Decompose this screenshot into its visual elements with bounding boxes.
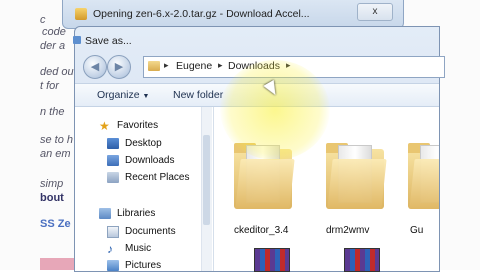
new-folder-button[interactable]: New folder [173, 89, 223, 101]
save-as-dialog: Save as... ◀ ▶ ▸ Eugene ▸ Downloads ▸ Or… [73, 26, 445, 272]
sidebar-item-label: Music [125, 243, 152, 254]
bg-link-text[interactable]: SS Ze [40, 218, 71, 230]
folder-icon [408, 141, 439, 209]
bg-text-3: der a [40, 40, 66, 52]
organize-button[interactable]: Organize ▼ [97, 89, 149, 101]
scrollbar-thumb[interactable] [203, 135, 210, 225]
bg-text-6: n the [40, 106, 65, 118]
save-icon [73, 36, 81, 44]
bg-text-8: an em [40, 148, 71, 160]
recent-places-icon [107, 172, 119, 183]
library-icon [99, 208, 111, 219]
forward-button[interactable]: ▶ [107, 55, 131, 79]
download-window-title: Opening zen-6.x-2.0.tar.gz - Download Ac… [93, 8, 310, 20]
bg-text-7: se to h [40, 134, 74, 146]
close-button[interactable]: x [357, 3, 393, 21]
bg-pink-block [40, 258, 76, 270]
breadcrumb-downloads[interactable]: Downloads [228, 60, 280, 72]
documents-icon [107, 226, 119, 238]
address-bar[interactable]: ▸ Eugene ▸ Downloads ▸ [143, 56, 445, 78]
back-icon: ◀ [90, 61, 100, 73]
chevron-down-icon: ▼ [142, 93, 150, 100]
toolbar: Organize ▼ New folder [75, 83, 439, 107]
folder-label: Gu [410, 225, 424, 236]
bg-text-2: code [42, 26, 66, 38]
file-list: ckeditor_3.4 drm2wmv Gu [214, 107, 439, 271]
breadcrumb-separator: ▸ [286, 60, 291, 70]
sidebar-item-label: Downloads [125, 155, 175, 166]
favorites-label: Favorites [117, 120, 159, 131]
folder-icon [234, 141, 295, 209]
desktop-icon [107, 138, 119, 149]
downloads-icon [107, 155, 119, 166]
bg-text-1: c [40, 14, 46, 26]
bg-text-9: simp [40, 178, 64, 190]
winrar-icon[interactable] [254, 248, 290, 272]
sidebar-item-label: Pictures [125, 260, 162, 271]
organize-label: Organize [97, 89, 140, 101]
music-icon: ♪ [107, 242, 113, 256]
dialog-title: Save as... [85, 35, 132, 47]
star-icon: ★ [99, 119, 110, 133]
navigation-bar: ◀ ▶ ▸ Eugene ▸ Downloads ▸ [83, 55, 445, 79]
libraries-label: Libraries [117, 208, 156, 219]
folder-label: drm2wmv [326, 225, 370, 236]
bg-text-5: t for [40, 80, 59, 92]
folder-icon [326, 141, 387, 209]
bg-text-10: bout [40, 192, 64, 204]
folder-label: ckeditor_3.4 [234, 225, 289, 236]
nav-pane-scrollbar[interactable] [201, 107, 212, 271]
download-icon [75, 8, 87, 20]
back-button[interactable]: ◀ [83, 55, 107, 79]
winrar-icon[interactable] [344, 248, 380, 272]
bg-text-4: ded ou [40, 66, 74, 78]
sidebar-item-label: Documents [125, 226, 176, 237]
forward-icon: ▶ [114, 61, 124, 73]
sidebar-item-label: Desktop [125, 138, 162, 149]
pictures-icon [107, 260, 119, 271]
breadcrumb-separator: ▸ [164, 60, 169, 70]
folder-icon [148, 61, 160, 71]
breadcrumb-separator: ▸ [218, 60, 223, 70]
sidebar-item-label: Recent Places [125, 172, 190, 183]
navigation-pane: ★ Favorites Desktop Downloads Recent Pla… [75, 107, 214, 271]
download-accelerator-window: Opening zen-6.x-2.0.tar.gz - Download Ac… [62, 0, 404, 29]
breadcrumb-eugene[interactable]: Eugene [176, 60, 212, 72]
